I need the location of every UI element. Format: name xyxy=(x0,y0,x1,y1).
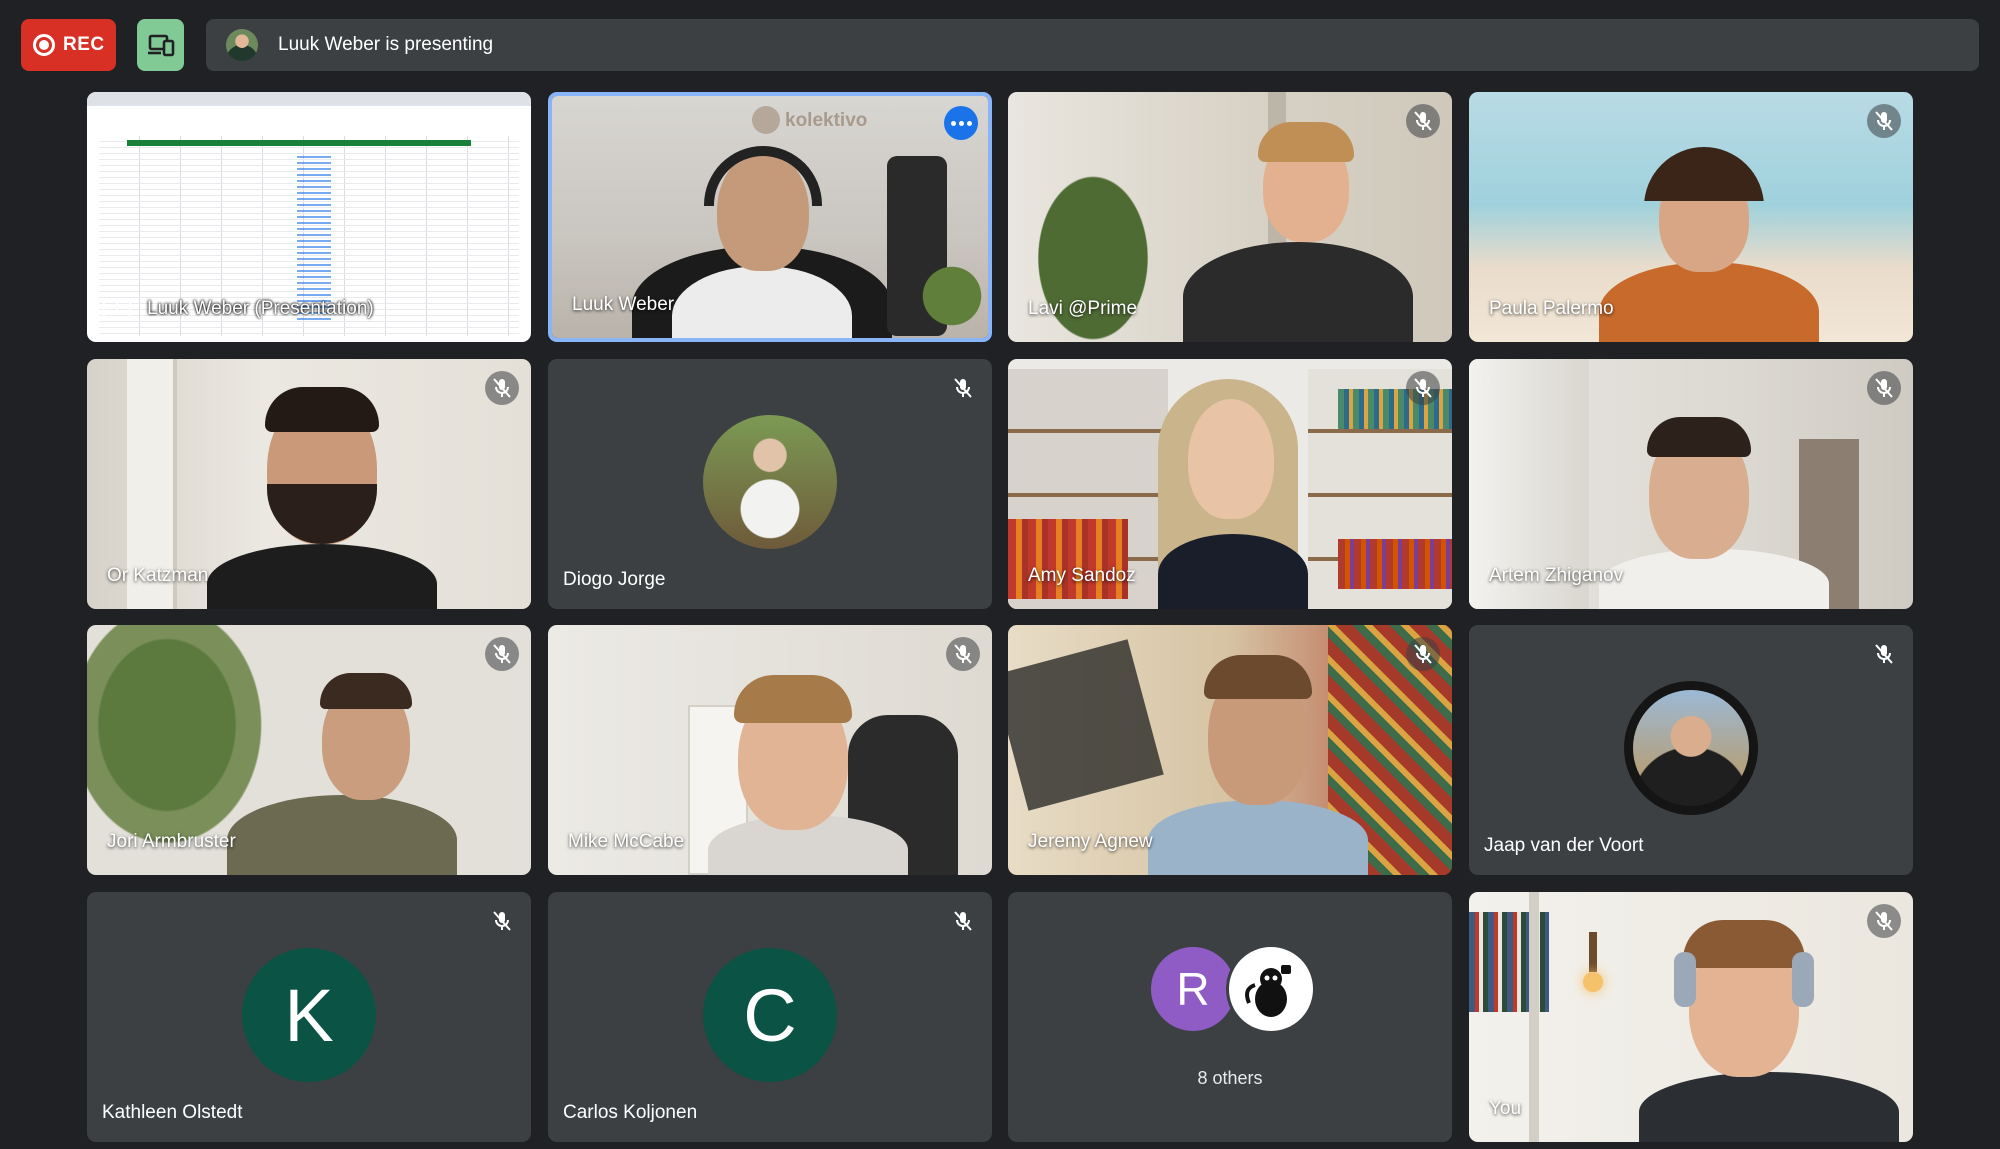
more-options-button[interactable] xyxy=(944,106,978,140)
participant-tile-mike-mccabe[interactable]: Mike McCabe xyxy=(548,625,992,875)
participant-name: Artem Zhiganov xyxy=(1489,565,1624,586)
participant-tile-jaap-van-der-voort[interactable]: Jaap van der Voort xyxy=(1469,625,1913,875)
mic-off-icon xyxy=(946,904,980,938)
recording-label: REC xyxy=(63,34,105,55)
participant-initial-avatar: C xyxy=(703,948,837,1082)
mic-off-icon xyxy=(485,371,519,405)
participant-name: Kathleen Olstedt xyxy=(102,1102,243,1123)
presenting-banner: Luuk Weber is presenting xyxy=(206,19,1979,71)
mic-off-icon xyxy=(1867,904,1901,938)
participant-name: Luuk Weber (Presentation) xyxy=(147,298,374,319)
participant-name: Or Katzman xyxy=(107,565,209,586)
participant-avatar xyxy=(1226,944,1316,1034)
mic-off-icon xyxy=(485,637,519,671)
others-count: 8 others xyxy=(1197,1068,1263,1088)
mic-off-icon xyxy=(1867,104,1901,138)
mic-off-icon xyxy=(1406,104,1440,138)
participant-name: Luuk Weber xyxy=(572,294,675,315)
participant-avatar xyxy=(703,415,837,549)
record-icon xyxy=(33,34,55,56)
presentation-tile[interactable]: Luuk Weber (Presentation) xyxy=(87,92,531,342)
mic-off-icon xyxy=(946,637,980,671)
participant-avatar xyxy=(1624,681,1758,815)
mic-off-icon xyxy=(1406,371,1440,405)
participant-tile-jeremy-agnew[interactable]: Jeremy Agnew xyxy=(1008,625,1452,875)
participant-initial-avatar: R xyxy=(1148,944,1238,1034)
participant-tile-diogo-jorge[interactable]: Diogo Jorge xyxy=(548,359,992,609)
participant-tile-you[interactable]: You xyxy=(1469,892,1913,1142)
participant-name: Jori Armbruster xyxy=(107,831,236,852)
cartoon-avatar-icon xyxy=(1245,965,1291,1017)
companion-device-button[interactable] xyxy=(137,19,184,71)
participant-initial-avatar: K xyxy=(242,948,376,1082)
mic-off-icon xyxy=(1406,637,1440,671)
brand-watermark: kolektivo xyxy=(785,110,868,131)
recording-button[interactable]: REC xyxy=(21,19,116,71)
video-feed xyxy=(1469,892,1913,1142)
participant-name: Amy Sandoz xyxy=(1028,565,1136,586)
participant-tile-lavi-prime[interactable]: Lavi @Prime xyxy=(1008,92,1452,342)
present-screen-icon xyxy=(103,298,131,318)
other-participants-tile[interactable]: R 8 others xyxy=(1008,892,1452,1142)
participant-tile-artem-zhiganov[interactable]: Artem Zhiganov xyxy=(1469,359,1913,609)
kolektivo-logo xyxy=(752,106,780,134)
mic-off-icon xyxy=(1867,637,1901,671)
participant-tile-kathleen-olstedt[interactable]: K Kathleen Olstedt xyxy=(87,892,531,1142)
participant-name: You xyxy=(1489,1098,1522,1119)
participant-tile-carlos-koljonen[interactable]: C Carlos Koljonen xyxy=(548,892,992,1142)
devices-icon xyxy=(147,34,174,57)
participant-name: Jaap van der Voort xyxy=(1484,835,1644,856)
participant-tile-amy-sandoz[interactable]: Amy Sandoz xyxy=(1008,359,1452,609)
participant-name: Mike McCabe xyxy=(568,831,685,852)
participant-name: Diogo Jorge xyxy=(563,569,666,590)
mic-off-icon xyxy=(485,904,519,938)
mic-off-icon xyxy=(1867,371,1901,405)
mic-off-icon xyxy=(946,371,980,405)
participant-tile-jori-armbruster[interactable]: Jori Armbruster xyxy=(87,625,531,875)
participant-tile-luuk-weber[interactable]: kolektivo Luuk Weber xyxy=(548,92,992,342)
participant-name: Carlos Koljonen xyxy=(563,1102,698,1123)
participant-name: Jeremy Agnew xyxy=(1028,831,1153,852)
participant-name: Paula Palermo xyxy=(1489,298,1614,319)
participant-name: Lavi @Prime xyxy=(1028,298,1138,319)
presenting-text: Luuk Weber is presenting xyxy=(278,34,494,55)
presenter-avatar xyxy=(226,29,258,61)
participant-tile-paula-palermo[interactable]: Paula Palermo xyxy=(1469,92,1913,342)
participant-tile-or-katzman[interactable]: Or Katzman xyxy=(87,359,531,609)
